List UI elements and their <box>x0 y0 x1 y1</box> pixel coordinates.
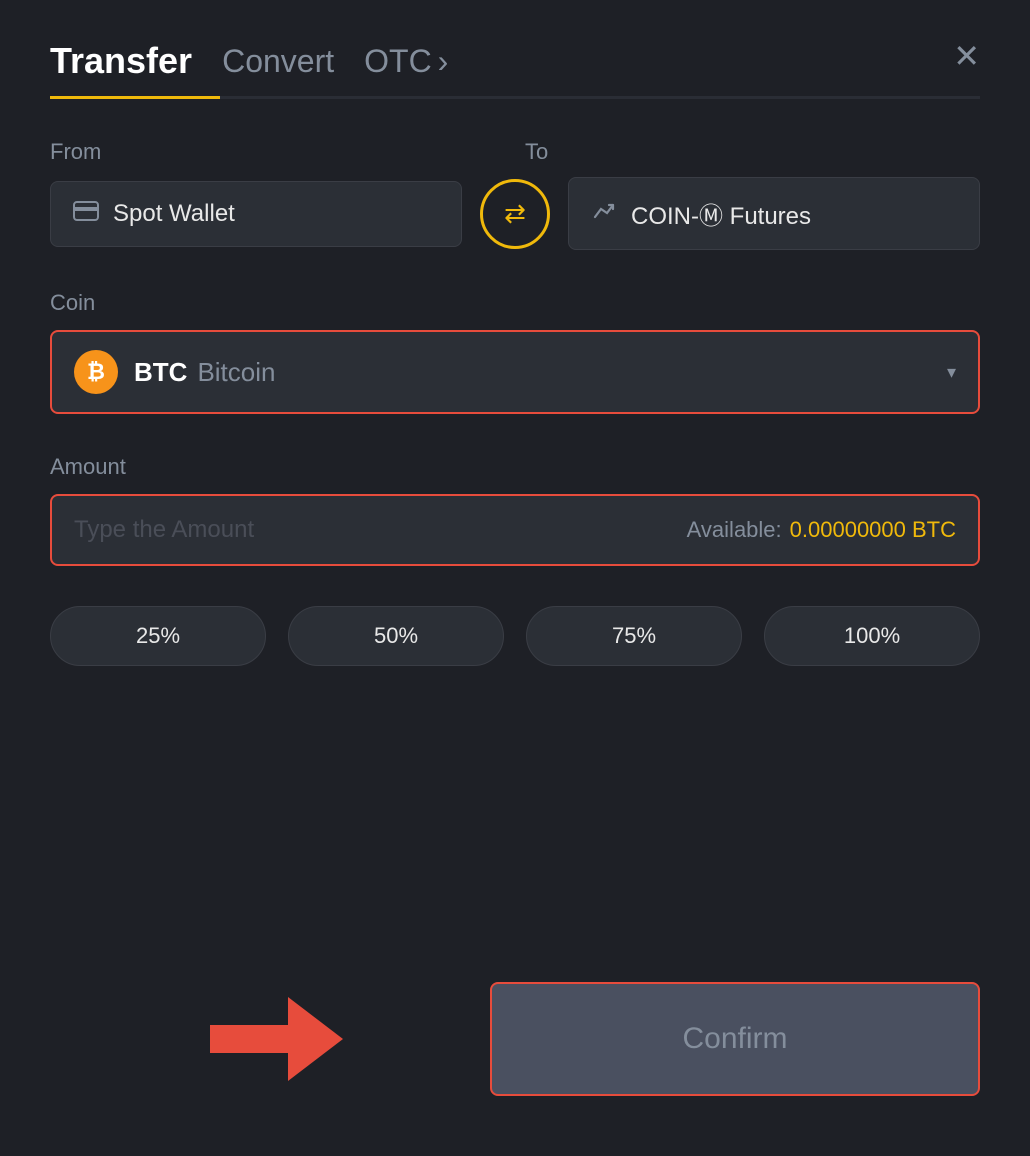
pct-50-button[interactable]: 50% <box>288 606 504 666</box>
amount-placeholder: Type the Amount <box>74 516 254 544</box>
tab-convert[interactable]: Convert <box>222 43 334 94</box>
amount-label: Amount <box>50 454 980 480</box>
btc-symbol: ₿ <box>87 359 105 385</box>
from-wallet-text: Spot Wallet <box>113 200 235 228</box>
wallet-icon <box>73 201 99 227</box>
coin-section: Coin ₿ BTC Bitcoin ▾ <box>50 290 980 414</box>
from-to-section: From To Spot Wallet ⇄ <box>50 139 980 250</box>
arrow-indicator <box>210 997 343 1081</box>
coin-symbol-text: BTC <box>134 357 187 388</box>
amount-section: Amount Type the Amount Available: 0.0000… <box>50 454 980 566</box>
header-underline <box>50 96 980 99</box>
btc-icon: ₿ <box>74 350 118 394</box>
tab-transfer[interactable]: Transfer <box>50 40 192 96</box>
to-futures-selector[interactable]: COIN-Ⓜ Futures <box>568 177 980 250</box>
coin-label: Coin <box>50 290 980 316</box>
available-balance: Available: 0.00000000 BTC <box>687 517 956 543</box>
coin-selector[interactable]: ₿ BTC Bitcoin ▾ <box>50 330 980 414</box>
available-value: 0.00000000 BTC <box>790 517 956 543</box>
chevron-down-icon: ▾ <box>947 362 956 383</box>
otc-chevron-icon: › <box>438 43 449 80</box>
bottom-section: Confirm <box>50 982 980 1096</box>
from-to-labels: From To <box>50 139 980 165</box>
swap-button[interactable]: ⇄ <box>480 179 550 249</box>
percentage-buttons: 25% 50% 75% 100% <box>50 606 980 666</box>
close-button[interactable]: ✕ <box>953 40 980 86</box>
arrow-shaft <box>210 1025 290 1053</box>
available-label: Available: <box>687 517 782 543</box>
from-wallet-selector[interactable]: Spot Wallet <box>50 181 462 247</box>
confirm-button[interactable]: Confirm <box>490 982 980 1096</box>
to-label: To <box>525 139 980 165</box>
to-futures-text: COIN-Ⓜ Futures <box>631 196 811 231</box>
swap-icon: ⇄ <box>504 198 526 229</box>
pct-100-button[interactable]: 100% <box>764 606 980 666</box>
arrow-head <box>288 997 343 1081</box>
from-label: From <box>50 139 505 165</box>
pct-25-button[interactable]: 25% <box>50 606 266 666</box>
header-tabs: Transfer Convert OTC › ✕ <box>50 40 980 96</box>
coin-name-text: Bitcoin <box>197 357 275 388</box>
futures-icon <box>591 199 617 229</box>
amount-input-box[interactable]: Type the Amount Available: 0.00000000 BT… <box>50 494 980 566</box>
pct-75-button[interactable]: 75% <box>526 606 742 666</box>
transfer-modal: Transfer Convert OTC › ✕ From To Spot <box>0 0 1030 1156</box>
from-to-row: Spot Wallet ⇄ COIN-Ⓜ Futures <box>50 177 980 250</box>
tab-otc[interactable]: OTC › <box>364 43 448 94</box>
